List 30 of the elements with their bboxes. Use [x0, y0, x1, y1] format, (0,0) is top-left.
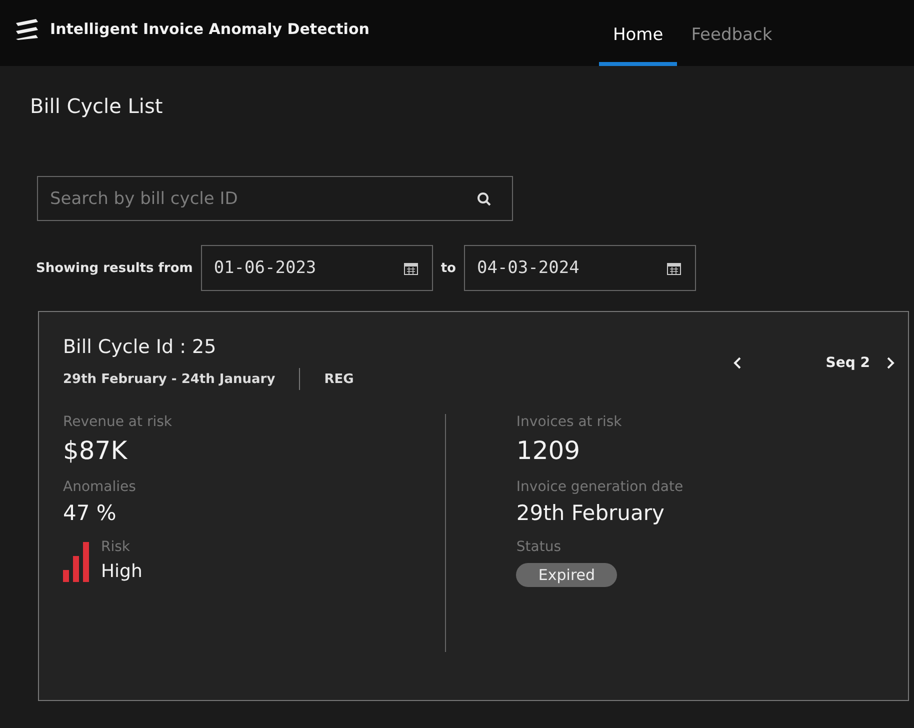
status-label: Status — [516, 539, 562, 555]
risk-value: High — [101, 561, 142, 582]
metric-value: 1209 — [516, 436, 582, 465]
metric-label: Invoice generation date — [516, 479, 684, 495]
metric-value: 29th February — [516, 501, 666, 525]
metric-label: Invoices at risk — [516, 414, 623, 430]
nav-tab[interactable]: Home — [599, 8, 678, 66]
date-field[interactable]: 04-03-2024 — [464, 245, 696, 291]
date-field[interactable]: 01-06-2023 — [200, 245, 433, 291]
sequence-text: Seq 2 — [826, 355, 870, 371]
nav-tab[interactable]: Feedback — [677, 8, 786, 66]
metric-value: $87K — [63, 436, 128, 465]
type-text: REG — [324, 372, 354, 386]
risk-bars-icon — [63, 542, 91, 582]
period-text: 29th February - 24th January — [63, 372, 276, 386]
card-title: Bill Cycle Id : 25 — [63, 336, 218, 358]
risk-label: Risk — [101, 539, 132, 555]
calendar-icon — [666, 262, 681, 274]
app-title: Intelligent Invoice Anomaly Detection — [50, 20, 370, 38]
status-badge: Expired — [516, 563, 618, 587]
search-field[interactable]: Search by bill cycle ID — [37, 176, 513, 221]
date-range-label: Showing results from — [36, 260, 193, 276]
logo-icon — [14, 18, 40, 40]
to-label: to — [440, 260, 456, 276]
page-title: Bill Cycle List — [30, 94, 164, 118]
metric-value: 47 % — [63, 501, 118, 525]
calendar-icon — [404, 262, 418, 274]
metric-label: Revenue at risk — [63, 414, 173, 430]
metric-label: Anomalies — [63, 479, 137, 495]
search-icon — [477, 192, 491, 206]
